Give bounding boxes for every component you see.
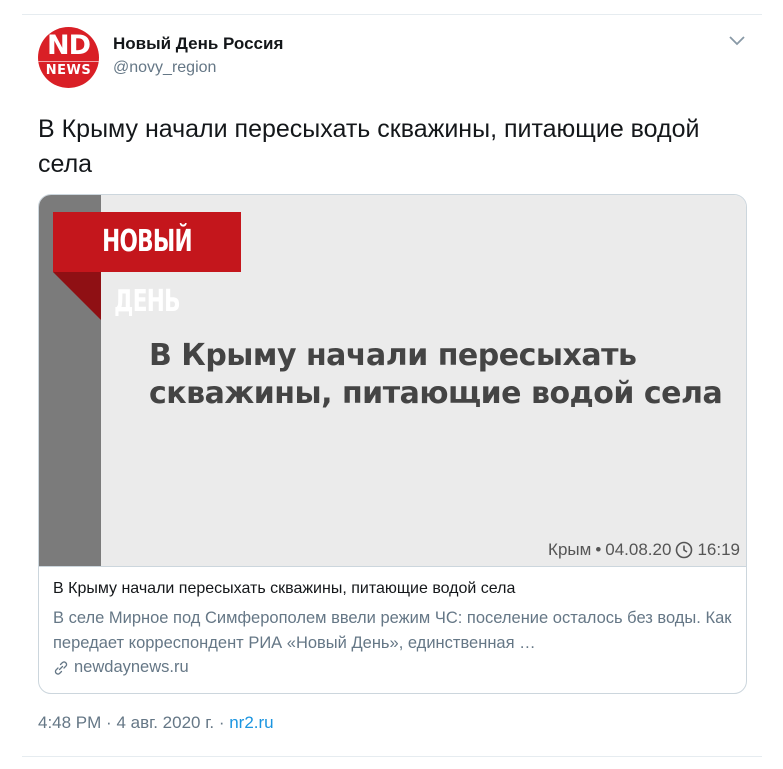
chevron-down-icon[interactable] [727, 33, 747, 49]
timestamp-separator: · [218, 713, 230, 732]
avatar-divider [38, 61, 99, 62]
image-meta-time: 16:19 [697, 540, 740, 559]
link-card[interactable]: НОВЫЙ ДЕНЬ В Крыму начали пересыхать скв… [38, 194, 747, 694]
card-divider [39, 566, 746, 567]
tweet-source-link[interactable]: nr2.ru [229, 713, 273, 732]
brand-logo: НОВЫЙ ДЕНЬ [102, 224, 192, 319]
image-meta-region: Крым [548, 540, 592, 559]
author-handle[interactable]: @novy_region [113, 59, 216, 77]
tweet-text: В Крыму начали пересыхать скважины, пита… [38, 115, 700, 178]
image-meta: Крым • 04.08.20 16:19 [548, 540, 740, 560]
link-icon [54, 660, 68, 675]
tweet-time[interactable]: 4:48 PM [38, 713, 101, 732]
bottom-divider [22, 756, 762, 757]
top-divider [22, 14, 762, 15]
card-image[interactable]: НОВЫЙ ДЕНЬ В Крыму начали пересыхать скв… [39, 195, 746, 566]
logo-fold-shape [53, 272, 101, 320]
card-domain[interactable]: newdaynews.ru [53, 658, 189, 677]
tweet-date[interactable]: 4 авг. 2020 г. [116, 713, 214, 732]
avatar[interactable]: ND NEWS [38, 27, 99, 88]
tweet-timestamp: 4:48 PM · 4 авг. 2020 г. · nr2.ru [38, 713, 274, 733]
image-meta-date: 04.08.20 [605, 540, 672, 559]
card-domain-text: newdaynews.ru [74, 658, 189, 676]
meta-separator: • [595, 540, 602, 559]
clock-icon [676, 541, 693, 559]
card-description: В селе Мирное под Симферополем ввели реж… [53, 609, 732, 652]
timestamp-separator: · [106, 713, 117, 732]
image-headline: В Крыму начали пересыхать скважины, пита… [149, 338, 723, 411]
avatar-logo-top: ND [46, 30, 91, 61]
author-name[interactable]: Новый День Россия [113, 34, 283, 54]
avatar-logo-bottom: NEWS [45, 63, 92, 78]
card-title[interactable]: В Крыму начали пересыхать скважины, пита… [53, 580, 515, 598]
